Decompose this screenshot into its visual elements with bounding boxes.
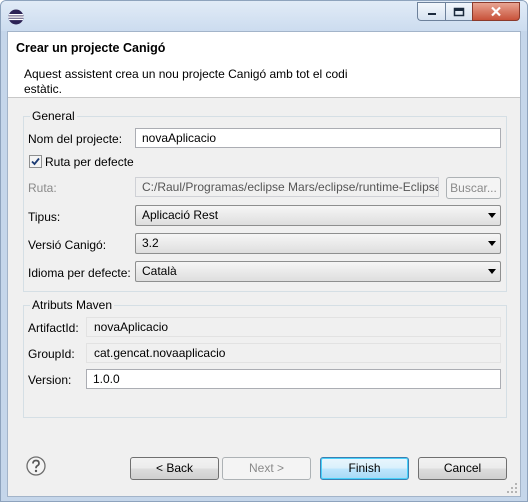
wizard-title: Crear un projecte Canigó [16,41,166,55]
chevron-down-icon [488,241,496,246]
next-button: Next > [222,457,311,480]
language-select-value: Català [142,264,177,278]
language-label: Idioma per defecte: [28,266,131,280]
maximize-icon [453,7,465,16]
close-icon [491,6,501,17]
resize-grip-icon[interactable] [506,482,518,494]
wizard-description: Aquest assistent crea un nou projecte Ca… [24,67,348,96]
project-name-label: Nom del projecte: [28,132,123,146]
checkmark-icon [31,157,40,166]
maven-version-label: Version: [28,373,72,387]
maximize-button[interactable] [445,2,472,21]
cancel-button[interactable]: Cancel [418,457,507,480]
help-icon[interactable] [26,456,46,476]
eclipse-icon [8,9,24,25]
general-legend: General [32,109,75,123]
path-input: C:/Raul/Programas/eclipse Mars/eclipse/r… [135,177,439,197]
close-button[interactable] [472,2,520,21]
wizard-header: Crear un projecte Canigó Aquest assisten… [8,32,520,98]
dialog-client-area: Crear un projecte Canigó Aquest assisten… [7,31,521,497]
maven-legend: Atributs Maven [32,298,113,312]
version-select[interactable]: 3.2 [135,233,501,254]
version-select-value: 3.2 [142,236,159,250]
project-name-input[interactable]: novaAplicacio [135,128,501,148]
maven-version-input[interactable]: 1.0.0 [86,369,501,389]
wizard-window: Crear un projecte Canigó Aquest assisten… [0,0,528,502]
artifact-id-label: ArtifactId: [28,321,79,335]
browse-button: Buscar... [446,177,501,199]
language-select[interactable]: Català [135,261,501,282]
minimize-icon [427,12,436,15]
type-select-value: Aplicació Rest [142,208,219,222]
type-select[interactable]: Aplicació Rest [135,205,501,226]
finish-button[interactable]: Finish [320,457,409,480]
chevron-down-icon [488,269,496,274]
group-id-label: GroupId: [28,347,75,361]
group-id-field: cat.gencat.novaaplicacio [86,343,501,363]
type-label: Tipus: [28,210,61,224]
version-label: Versió Canigó: [28,238,107,252]
back-button[interactable]: < Back [130,457,219,480]
title-bar[interactable] [1,1,527,31]
chevron-down-icon [488,213,496,218]
artifact-id-field: novaAplicacio [86,317,501,337]
path-label: Ruta: [28,181,57,195]
default-path-checkbox[interactable] [29,155,42,168]
default-path-label[interactable]: Ruta per defecte [45,155,134,169]
minimize-button[interactable] [417,2,445,21]
